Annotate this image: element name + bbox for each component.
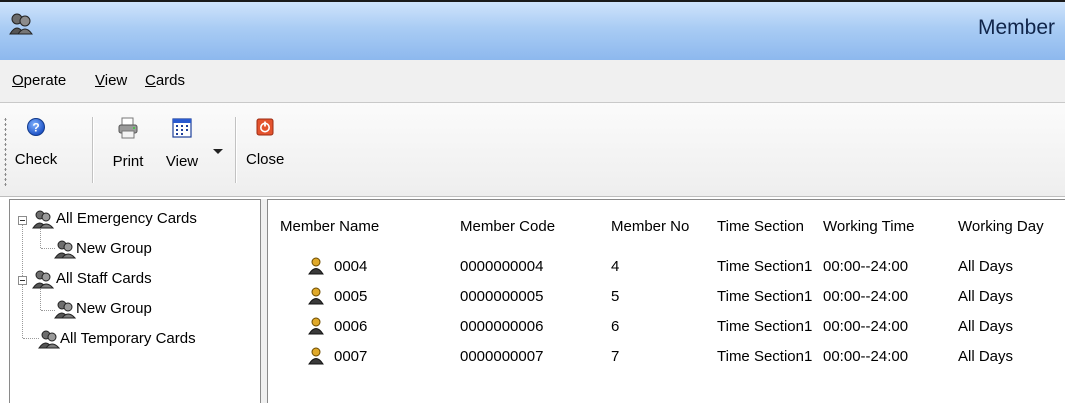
menu-cards[interactable]: Cards [145,72,185,89]
member-list: Member Name Member Code Member No Time S… [267,199,1065,403]
menu-view[interactable]: View [95,72,127,89]
user-icon [308,257,324,275]
window-title: Member [977,16,1055,39]
check-button[interactable]: ? Check [10,117,62,183]
tree-item-all-emergency-cards[interactable]: All Emergency Cards [18,208,258,230]
tree-item-all-staff-cards[interactable]: All Staff Cards [18,268,258,290]
menu-bar: Operate View Cards [0,60,1065,103]
tree-connector [41,310,55,311]
group-icon [32,270,54,289]
view-button-label: View [165,153,199,170]
cell-working-day: All Days [958,348,1014,365]
print-button-label: Print [112,153,144,170]
view-dropdown-arrow-icon[interactable] [213,149,223,154]
column-header-member-code[interactable]: Member Code [460,218,555,235]
svg-text:?: ? [32,121,39,135]
cell-member-code: 0000000005 [460,288,544,305]
toolbar-separator [92,117,94,183]
tree-item-label: All Staff Cards [56,270,152,287]
column-header-member-name[interactable]: Member Name [280,218,379,235]
cell-member-no: 6 [611,318,620,335]
cell-working-day: All Days [958,258,1014,275]
group-tree: All Emergency Cards New Group All Staff … [9,199,261,403]
close-button-label: Close [246,151,285,168]
cell-member-name: 0005 [334,288,368,305]
close-button[interactable]: Close [246,117,284,183]
cell-working-day: All Days [958,288,1014,305]
tree-item-label: New Group [76,300,152,317]
menu-operate[interactable]: Operate [12,72,66,89]
collapse-icon[interactable] [18,276,27,285]
tree-item-new-group[interactable]: New Group [54,238,254,260]
cell-member-no: 5 [611,288,620,305]
print-button[interactable]: Print [106,117,150,183]
cell-working-time: 00:00--24:00 [823,258,909,275]
menu-operate-accel: O [12,72,24,89]
menu-view-label: iew [104,72,128,89]
group-icon [32,210,54,229]
cell-member-no: 7 [611,348,620,365]
tree-connector [41,248,55,249]
cell-time-section: Time Section1 [717,258,813,275]
check-button-label: Check [14,151,58,168]
app-icon [9,13,33,35]
user-icon [308,347,324,365]
printer-icon [118,117,138,139]
collapse-icon[interactable] [18,216,27,225]
user-icon [308,317,324,335]
cell-member-code: 0000000006 [460,318,544,335]
view-button[interactable]: View [160,117,204,183]
group-icon [54,240,76,259]
table-row[interactable]: 0004 0000000004 4 Time Section1 00:00--2… [268,256,1065,278]
menu-cards-accel: C [145,72,156,89]
group-icon [54,300,76,319]
user-icon [308,287,324,305]
menu-cards-label: ards [155,72,186,89]
menu-operate-label: perate [23,72,67,89]
cell-time-section: Time Section1 [717,348,813,365]
cell-member-name: 0006 [334,318,368,335]
cell-member-code: 0000000004 [460,258,544,275]
calendar-icon [172,118,192,138]
cell-working-time: 00:00--24:00 [823,288,909,305]
help-icon: ? [27,118,45,136]
toolbar: ? Check Print View Close [0,103,1065,197]
tree-connector [23,338,39,339]
column-header-time-section[interactable]: Time Section [717,218,804,235]
title-bar: Member [0,2,1065,61]
toolbar-separator [235,117,237,183]
cell-member-name: 0007 [334,348,368,365]
cell-time-section: Time Section1 [717,288,813,305]
toolbar-grip[interactable] [4,117,7,187]
tree-item-new-group[interactable]: New Group [54,298,254,320]
group-icon [38,330,60,349]
tree-item-label: New Group [76,240,152,257]
cell-time-section: Time Section1 [717,318,813,335]
cell-member-code: 0000000007 [460,348,544,365]
column-header-member-no[interactable]: Member No [611,218,689,235]
column-header-working-time[interactable]: Working Time [823,218,914,235]
power-icon [256,118,274,136]
cell-working-time: 00:00--24:00 [823,318,909,335]
tree-item-label: All Temporary Cards [60,330,196,347]
cell-working-day: All Days [958,318,1014,335]
tree-item-all-temporary-cards[interactable]: All Temporary Cards [38,328,258,350]
column-header-working-day[interactable]: Working Day [958,218,1044,235]
cell-member-no: 4 [611,258,620,275]
cell-working-time: 00:00--24:00 [823,348,909,365]
table-row[interactable]: 0007 0000000007 7 Time Section1 00:00--2… [268,346,1065,368]
table-row[interactable]: 0006 0000000006 6 Time Section1 00:00--2… [268,316,1065,338]
menu-view-accel: V [95,72,105,89]
tree-item-label: All Emergency Cards [56,210,197,227]
cell-member-name: 0004 [334,258,368,275]
table-row[interactable]: 0005 0000000005 5 Time Section1 00:00--2… [268,286,1065,308]
